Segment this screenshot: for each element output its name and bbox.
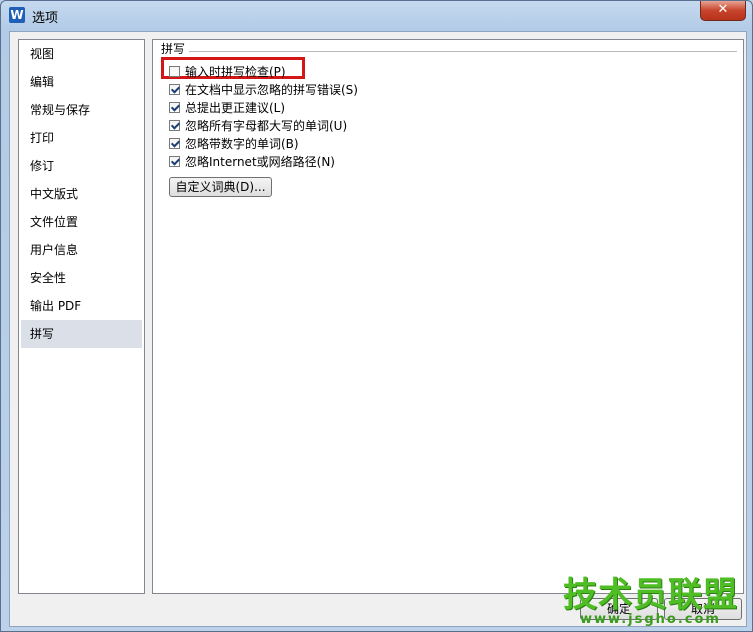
nav-item-print[interactable]: 打印	[19, 124, 144, 152]
checkbox[interactable]	[169, 119, 180, 131]
watermark-title: 技术员联盟	[563, 575, 738, 615]
title-bar[interactable]: W 选项 ✕	[1, 1, 752, 31]
option-ignore-uppercase[interactable]: 忽略所有字母都大写的单词(U)	[169, 117, 347, 133]
nav-item-user-info[interactable]: 用户信息	[19, 236, 144, 264]
option-check-spelling-as-type[interactable]: 输入时拼写检查(P)	[169, 63, 286, 79]
close-button[interactable]: ✕	[700, 1, 746, 21]
nav-item-view[interactable]: 视图	[19, 40, 144, 68]
checkbox[interactable]	[169, 65, 180, 77]
nav-item-general-save[interactable]: 常规与保存	[19, 96, 144, 124]
spelling-panel: 拼写 输入时拼写检查(P) 在文档中显示忽略的拼写错误(S) 总提出更正建议(L…	[152, 39, 744, 594]
checkbox[interactable]	[169, 101, 180, 113]
group-divider	[161, 51, 737, 52]
nav-item-edit[interactable]: 编辑	[19, 68, 144, 96]
window-title: 选项	[32, 11, 59, 26]
category-list: 视图 编辑 常规与保存 打印 修订 中文版式 文件位置 用户信息 安全性 输出 …	[18, 39, 145, 594]
option-label: 忽略所有字母都大写的单词(U)	[185, 118, 348, 133]
option-ignore-internet-paths[interactable]: 忽略Internet或网络路径(N)	[169, 153, 335, 169]
nav-item-file-location[interactable]: 文件位置	[19, 208, 144, 236]
nav-item-spelling[interactable]: 拼写	[21, 320, 142, 348]
option-label: 在文档中显示忽略的拼写错误(S)	[185, 82, 358, 97]
option-label: 总提出更正建议(L)	[185, 100, 286, 115]
option-always-suggest[interactable]: 总提出更正建议(L)	[169, 99, 285, 115]
nav-item-security[interactable]: 安全性	[19, 264, 144, 292]
nav-item-chinese-layout[interactable]: 中文版式	[19, 180, 144, 208]
custom-dictionary-button[interactable]: 自定义词典(D)...	[169, 177, 272, 197]
group-title: 拼写	[161, 40, 190, 57]
option-show-ignored-errors[interactable]: 在文档中显示忽略的拼写错误(S)	[169, 81, 358, 97]
watermark: 技术员联盟 www.jsgho.com	[563, 567, 738, 627]
checkbox[interactable]	[169, 83, 180, 95]
option-label: 忽略Internet或网络路径(N)	[185, 154, 335, 169]
nav-item-revision[interactable]: 修订	[19, 152, 144, 180]
dialog-body: 视图 编辑 常规与保存 打印 修订 中文版式 文件位置 用户信息 安全性 输出 …	[9, 31, 747, 627]
wps-writer-icon: W	[9, 7, 25, 23]
watermark-url: www.jsgho.com	[580, 612, 721, 627]
options-dialog: W 选项 ✕ 视图 编辑 常规与保存 打印 修订 中文版式 文件位置 用户信息 …	[0, 0, 753, 632]
checkbox[interactable]	[169, 137, 180, 149]
option-ignore-numbers[interactable]: 忽略带数字的单词(B)	[169, 135, 299, 151]
nav-item-export-pdf[interactable]: 输出 PDF	[19, 292, 144, 320]
option-label: 忽略带数字的单词(B)	[185, 136, 299, 151]
option-label: 输入时拼写检查(P)	[185, 64, 286, 79]
checkbox[interactable]	[169, 155, 180, 167]
